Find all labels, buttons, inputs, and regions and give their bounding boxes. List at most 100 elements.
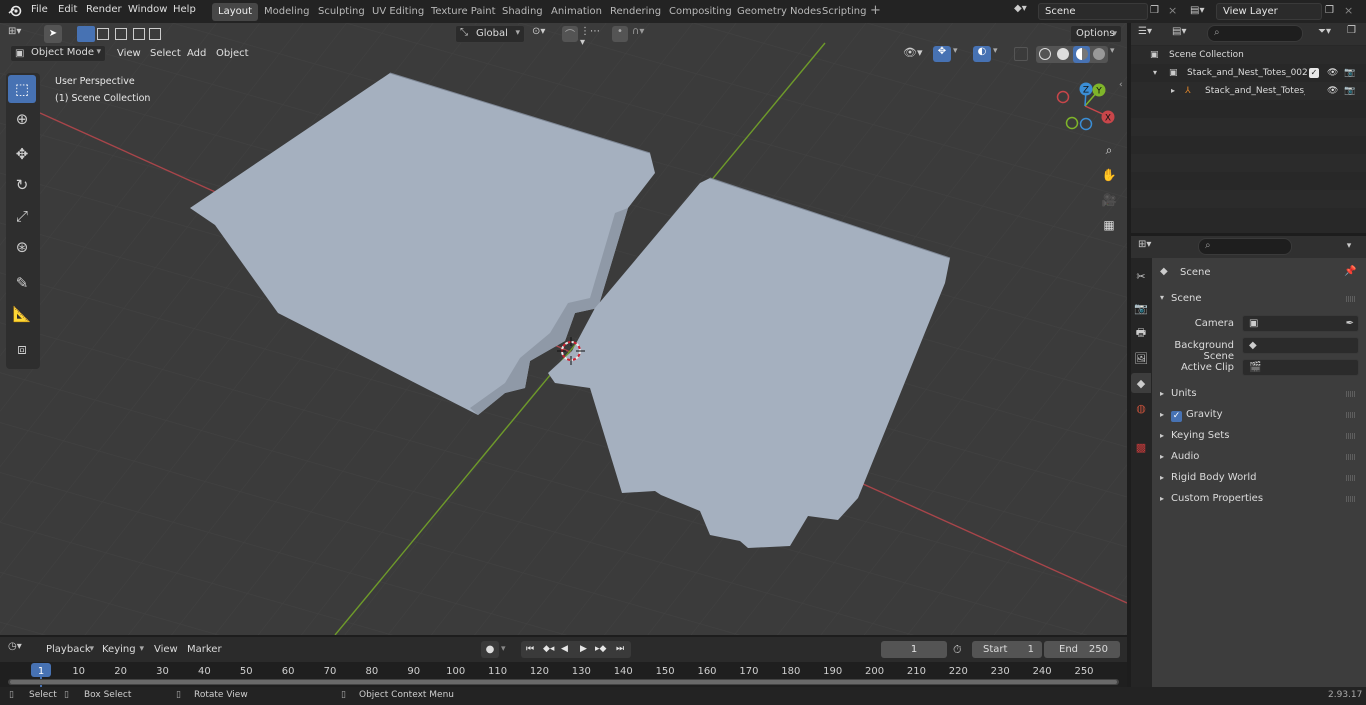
drag-handle-icon[interactable]	[1346, 433, 1356, 439]
drag-handle-icon[interactable]	[1346, 475, 1356, 481]
chevron-down-icon[interactable]: ▾	[1340, 238, 1358, 255]
pan-hand-icon[interactable]: ✋	[1099, 168, 1119, 188]
camera-icon[interactable]: 📷	[1344, 64, 1355, 82]
zoom-icon[interactable]: ⌕	[1099, 143, 1119, 163]
select-invert-icon[interactable]	[133, 28, 145, 40]
close-icon[interactable]: ×	[1344, 3, 1356, 19]
world-tab-icon[interactable]: ◍	[1131, 398, 1151, 418]
new-collection-icon[interactable]: ❐	[1347, 25, 1361, 41]
drag-handle-icon[interactable]	[1346, 412, 1356, 418]
chevron-down-icon[interactable]: ▾	[1110, 46, 1122, 62]
current-frame-field[interactable]: 1	[881, 641, 947, 658]
outliner-row-collection[interactable]: ▾ ▣ Stack_and_Nest_Totes_002 ✓ 👁 📷	[1131, 64, 1366, 82]
menu-select[interactable]: Select	[150, 48, 181, 59]
view-layer-icon[interactable]: ▤▾	[1190, 3, 1212, 19]
menu-render[interactable]: Render	[86, 4, 122, 15]
tab-shading[interactable]: Shading	[496, 3, 549, 21]
tool-tab-icon[interactable]: ✂	[1131, 266, 1151, 286]
camera-icon[interactable]: 📷	[1344, 82, 1355, 100]
units-panel[interactable]: ▸ Units	[1156, 384, 1362, 404]
playback-menu[interactable]: Playback ▾	[40, 641, 96, 658]
add-cube-tool-icon[interactable]: ⧈	[8, 335, 36, 363]
next-keyframe-icon[interactable]: ▸◆	[595, 641, 606, 658]
stopwatch-icon[interactable]: ⏱	[953, 641, 969, 658]
tab-layout[interactable]: Layout	[212, 3, 258, 21]
proportional-edit-icon[interactable]: •	[612, 26, 628, 42]
tab-geometry-nodes[interactable]: Geometry Nodes	[731, 3, 827, 21]
xray-icon[interactable]	[1014, 47, 1028, 61]
tab-animation[interactable]: Animation	[545, 3, 608, 21]
select-box-tool-icon[interactable]: ⬚	[8, 75, 36, 103]
start-frame-field[interactable]: Start 1	[972, 641, 1042, 658]
custom-properties-panel[interactable]: ▸ Custom Properties	[1156, 489, 1362, 509]
chevron-down-icon[interactable]: ▾	[501, 641, 515, 658]
render-tab-icon[interactable]: 📷	[1131, 298, 1151, 318]
falloff-icon[interactable]: ∩▾	[632, 26, 656, 42]
background-scene-field[interactable]: ◆	[1242, 337, 1359, 354]
wireframe-shading-icon[interactable]	[1039, 48, 1051, 60]
scene-selector-icon[interactable]: ◆▾	[1014, 3, 1034, 19]
select-new-icon[interactable]	[77, 26, 95, 42]
tab-scripting[interactable]: Scripting	[816, 3, 872, 21]
menu-window[interactable]: Window	[128, 4, 167, 15]
play-reverse-icon[interactable]: ◀	[561, 641, 568, 658]
navigation-gizmo[interactable]: X Y Z	[1055, 80, 1115, 132]
timeline-scrollbar[interactable]	[8, 679, 1119, 685]
expand-arrow-icon[interactable]: ▾	[1153, 64, 1157, 82]
tab-uv-editing[interactable]: UV Editing	[366, 3, 430, 21]
eye-icon[interactable]: 👁	[1327, 64, 1338, 82]
select-extend-icon[interactable]	[97, 28, 109, 40]
select-subtract-icon[interactable]	[115, 28, 127, 40]
chevron-down-icon[interactable]: ▾	[993, 46, 1005, 62]
transform-tool-icon[interactable]: ⊛	[8, 233, 36, 261]
menu-file[interactable]: File	[31, 4, 48, 15]
rotate-tool-icon[interactable]: ↻	[8, 171, 36, 199]
solid-shading-icon[interactable]	[1057, 48, 1069, 60]
menu-help[interactable]: Help	[173, 4, 196, 15]
prev-keyframe-icon[interactable]: ◆◂	[543, 641, 554, 658]
camera-view-icon[interactable]: 🎥	[1099, 193, 1119, 213]
select-intersect-icon[interactable]	[149, 28, 161, 40]
select-tool-icon[interactable]: ➤	[44, 25, 62, 43]
scrollbar-thumb[interactable]	[10, 680, 1117, 684]
pin-icon[interactable]: 📌	[1344, 266, 1356, 277]
jump-start-icon[interactable]: ⏮	[526, 641, 534, 658]
view-layer-tab-icon[interactable]: 🖼	[1131, 348, 1151, 368]
timeline-view-menu[interactable]: View	[154, 644, 178, 655]
menu-add[interactable]: Add	[187, 48, 206, 59]
exclude-checkbox[interactable]: ✓	[1309, 68, 1319, 78]
outliner-search-input[interactable]: ⌕	[1207, 25, 1303, 42]
snap-target-icon[interactable]: ⋮⋯▾	[580, 26, 604, 48]
drag-handle-icon[interactable]	[1346, 391, 1356, 397]
play-icon[interactable]: ▶	[580, 641, 587, 658]
output-tab-icon[interactable]: 🖶	[1131, 323, 1151, 343]
keying-menu[interactable]: Keying ▾	[98, 641, 146, 658]
tab-compositing[interactable]: Compositing	[663, 3, 738, 21]
move-tool-icon[interactable]: ✥	[8, 140, 36, 168]
tab-modeling[interactable]: Modeling	[258, 3, 316, 21]
tab-sculpting[interactable]: Sculpting	[312, 3, 371, 21]
display-mode-icon[interactable]: ▤▾	[1172, 26, 1198, 42]
rigid-body-world-panel[interactable]: ▸ Rigid Body World	[1156, 468, 1362, 488]
sidebar-toggle-icon[interactable]: ‹	[1119, 80, 1127, 92]
measure-tool-icon[interactable]: 📐	[8, 300, 36, 328]
drag-handle-icon[interactable]	[1346, 454, 1356, 460]
audio-panel[interactable]: ▸ Audio	[1156, 447, 1362, 467]
timeline-editor-type-icon[interactable]: ◷▾	[8, 641, 34, 657]
shading-mode-buttons[interactable]	[1036, 46, 1108, 63]
overlays-icon[interactable]: ◐	[973, 46, 991, 62]
add-workspace-icon[interactable]: +	[870, 4, 881, 18]
close-icon[interactable]: ×	[1168, 3, 1180, 19]
outliner-row-object[interactable]: ▸ ⅄ Stack_and_Nest_Totes_0( 👁 📷	[1131, 82, 1366, 100]
marker-menu[interactable]: Marker	[187, 644, 222, 655]
eyedropper-icon[interactable]: ✒	[1346, 316, 1354, 332]
copy-scene-icon[interactable]: ❐	[1150, 3, 1164, 19]
scene-tab-icon[interactable]: ◆	[1131, 373, 1151, 393]
expand-arrow-icon[interactable]: ▸	[1171, 82, 1175, 100]
copy-view-layer-icon[interactable]: ❐	[1325, 3, 1339, 19]
record-icon[interactable]: ●	[481, 641, 499, 658]
snap-icon[interactable]: ⌒	[562, 26, 578, 42]
end-frame-field[interactable]: End 250	[1044, 641, 1120, 658]
eye-icon[interactable]: 👁	[1327, 82, 1338, 100]
blender-logo-icon[interactable]	[8, 4, 22, 18]
